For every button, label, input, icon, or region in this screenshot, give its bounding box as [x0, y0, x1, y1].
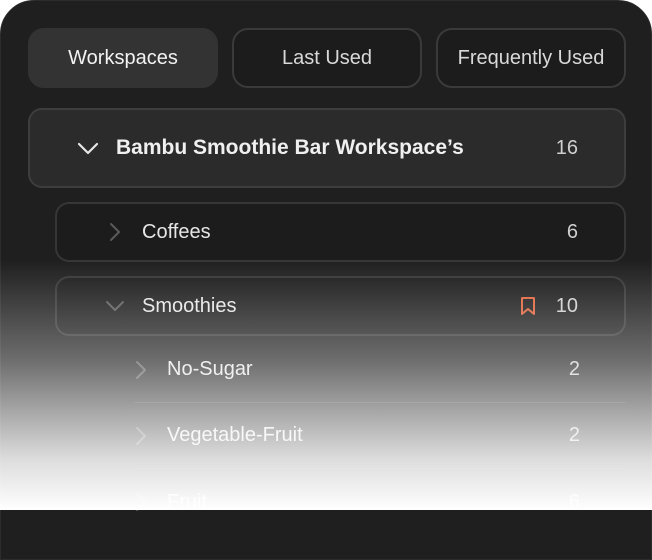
subfolder-count: 6 — [569, 491, 580, 514]
tab-frequently-used[interactable]: Frequently Used — [436, 28, 626, 88]
tab-label: Frequently Used — [458, 47, 605, 70]
tab-workspaces[interactable]: Workspaces — [28, 28, 218, 88]
subfolder-row-vegetable-fruit[interactable]: Vegetable-Fruit 2 — [134, 403, 626, 469]
workspace-panel: Workspaces Last Used Frequently Used Bam… — [0, 0, 652, 560]
tab-label: Workspaces — [68, 47, 178, 70]
folder-row-smoothies[interactable]: Smoothies 10 — [55, 276, 626, 336]
subfolder-row-fruit[interactable]: Fruit 6 — [134, 469, 626, 535]
chevron-down-icon[interactable] — [103, 298, 127, 314]
tab-last-used[interactable]: Last Used — [232, 28, 422, 88]
chevron-right-icon[interactable] — [134, 359, 148, 381]
folder-name: Smoothies — [142, 295, 237, 318]
subfolder-count: 2 — [569, 424, 580, 447]
tab-label: Last Used — [282, 47, 372, 70]
subfolder-name: No-Sugar — [167, 358, 253, 381]
folder-count: 6 — [567, 221, 578, 244]
subfolder-name: Vegetable-Fruit — [167, 424, 303, 447]
subfolder-name: Fruit — [167, 491, 207, 514]
workspace-count: 16 — [556, 137, 578, 160]
workspace-row[interactable]: Bambu Smoothie Bar Workspace’s 16 — [28, 108, 626, 188]
bookmark-icon[interactable] — [520, 296, 536, 316]
subfolder-row-no-sugar[interactable]: No-Sugar 2 — [134, 337, 626, 403]
folder-name: Coffees — [142, 221, 211, 244]
workspace-name: Bambu Smoothie Bar Workspace’s — [116, 136, 464, 160]
folder-count: 10 — [556, 295, 578, 318]
folder-row-coffees[interactable]: Coffees 6 — [55, 202, 626, 262]
chevron-down-icon[interactable] — [76, 137, 100, 161]
chevron-right-icon[interactable] — [105, 221, 125, 243]
chevron-right-icon[interactable] — [134, 425, 148, 447]
subfolder-count: 2 — [569, 358, 580, 381]
